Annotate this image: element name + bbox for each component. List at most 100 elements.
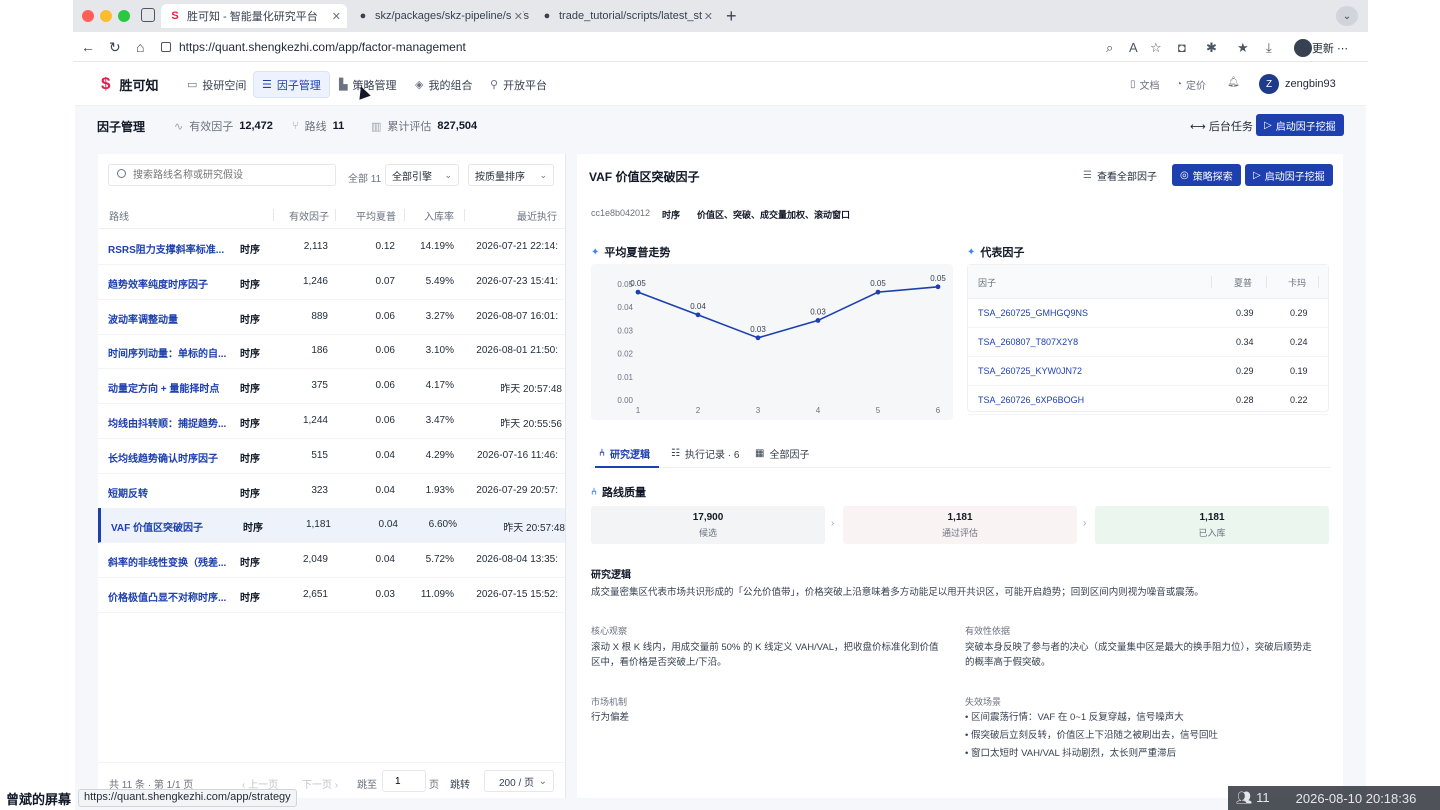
docs-link[interactable]: ▯ 文档 bbox=[1130, 77, 1160, 92]
cell-count: 186 bbox=[311, 345, 328, 357]
rep-factor-row[interactable]: TSA_260725_GMHGQ9NS 0.39 0.29 bbox=[968, 299, 1328, 328]
new-tab-button[interactable]: + bbox=[726, 6, 737, 27]
factor-id-link[interactable]: TSA_260725_GMHGQ9NS bbox=[978, 308, 1088, 318]
strategy-explore-button[interactable]: ◎ 策略探索 bbox=[1172, 164, 1241, 186]
update-button[interactable]: 更新 ⋯ bbox=[1312, 40, 1348, 56]
background-tasks-button[interactable]: ⟷ 后台任务 bbox=[1190, 118, 1253, 134]
bell-icon[interactable]: 🔔︎ bbox=[1227, 77, 1240, 88]
factor-title: VAF 价值区突破因子 bbox=[589, 170, 700, 184]
tab-all-factors[interactable]: ▦ 全部因子 bbox=[755, 446, 809, 461]
home-icon[interactable]: ⌂ bbox=[136, 39, 144, 55]
tab-research-logic[interactable]: ⑃ 研究逻辑 bbox=[599, 446, 650, 461]
table-row[interactable]: 价格极值凸显不对称时序... 时序 2,651 0.03 11.09% 2026-07-1… bbox=[98, 578, 565, 613]
cell-name: VAF 价值区突破因子 bbox=[111, 523, 204, 535]
favorite-star-icon[interactable]: ☆ bbox=[1150, 40, 1162, 56]
engine-select[interactable]: 全部引擎 ⌄ bbox=[385, 164, 459, 186]
failure-item: • 窗口太短时 VAH/VAL 抖动剧烈，太长则严重滞后 bbox=[965, 748, 1177, 759]
col-last-run[interactable]: 最近执行 bbox=[517, 208, 557, 223]
rep-factor-row[interactable]: TSA_260725_KYW0JN72 0.29 0.19 bbox=[968, 357, 1328, 386]
browser-tab-active[interactable]: S 胜可知 - 智能量化研究平台 ✕ bbox=[161, 4, 347, 28]
browser-tab[interactable]: ● trade_tutorial/scripts/latest_stra ✕ bbox=[533, 4, 719, 28]
col-inclusion-rate[interactable]: 入库率 bbox=[424, 208, 454, 223]
data-point[interactable] bbox=[635, 289, 641, 295]
zoom-icon[interactable]: ⌕ bbox=[1106, 40, 1113, 56]
maximize-window-button[interactable] bbox=[118, 10, 130, 22]
table-row[interactable]: 时间序列动量：单标的自... 时序 186 0.06 3.10% 2026-08-01 2… bbox=[98, 334, 565, 370]
close-tab-icon[interactable]: ✕ bbox=[332, 10, 341, 23]
nav-my-portfolio[interactable]: ◈ 我的组合 bbox=[407, 71, 480, 98]
data-point[interactable] bbox=[755, 335, 761, 341]
data-label: 0.05 bbox=[870, 279, 886, 288]
url-field[interactable]: https://quant.shengkezhi.com/app/factor-… bbox=[161, 36, 1161, 58]
start-mining-button-detail[interactable]: ▷ 启动因子挖掘 bbox=[1245, 164, 1333, 186]
cell-type: 时序 bbox=[240, 384, 260, 396]
tab-list-button[interactable]: ⌄ bbox=[1336, 6, 1358, 26]
data-point[interactable] bbox=[815, 318, 821, 323]
close-tab-icon[interactable]: ✕ bbox=[701, 9, 713, 23]
table-row[interactable]: 波动率调整动量 时序 889 0.06 3.27% 2026-08-07 16:01: bbox=[98, 300, 565, 335]
table-row[interactable]: 长均线趋势确认时序因子 时序 515 0.04 4.29% 2026-07-16 11:4… bbox=[98, 439, 565, 474]
table-row[interactable]: 斜率的非线性变换（残差... 时序 2,049 0.04 5.72% 2026-08-04… bbox=[98, 543, 565, 579]
active-tab-indicator bbox=[595, 466, 659, 468]
nav-factor-management[interactable]: ☰ 因子管理 bbox=[253, 71, 330, 98]
cell-rate: 1.93% bbox=[425, 484, 454, 496]
col-valid-factors[interactable]: 有效因子 bbox=[289, 208, 329, 223]
rep-factor-row[interactable]: TSA_260726_6XP6BOGH 0.28 0.22 bbox=[968, 386, 1328, 415]
table-row[interactable]: 动量定方向 + 量能择时点 时序 375 0.06 4.17% 昨天 20:57:48 bbox=[98, 369, 565, 405]
cell-type: 时序 bbox=[240, 349, 260, 361]
reload-icon[interactable]: ↻ bbox=[109, 39, 121, 56]
profile-avatar[interactable] bbox=[1294, 39, 1312, 57]
table-row[interactable]: RSRS阻力支撑斜率标准... 时序 2,113 0.12 14.19% 2026-07-… bbox=[98, 230, 565, 265]
cell-count: 375 bbox=[311, 380, 328, 392]
screenshot-icon[interactable]: ◘ bbox=[1178, 40, 1186, 55]
favorites-icon[interactable]: ★ bbox=[1237, 40, 1249, 56]
participants-icon[interactable]: 👥︎ 11 bbox=[1236, 790, 1270, 806]
page-size-select[interactable]: 200 / 页 ⌄ bbox=[484, 770, 554, 792]
back-icon[interactable]: ← bbox=[81, 39, 95, 55]
close-window-button[interactable] bbox=[82, 10, 94, 22]
next-page-button[interactable]: 下一页 › bbox=[302, 776, 338, 791]
search-input[interactable] bbox=[108, 164, 336, 186]
cell-count: 1,244 bbox=[302, 415, 328, 426]
downloads-icon[interactable]: ⤓ bbox=[1266, 40, 1272, 56]
browser-tab[interactable]: ● skz/packages/skz-pipeline/src/s ✕ bbox=[349, 4, 529, 28]
data-label: 0.05 bbox=[930, 274, 946, 283]
quality-passed: 1,181 通过评估 bbox=[843, 506, 1077, 544]
nav-research-space[interactable]: ▭ 投研空间 bbox=[179, 71, 254, 98]
tab-overview-icon[interactable] bbox=[141, 8, 155, 22]
minimize-window-button[interactable] bbox=[100, 10, 112, 22]
table-row[interactable]: 均线由抖转顺：捕捉趋势... 时序 1,244 0.06 3.47% 昨天 20:55:5… bbox=[98, 404, 565, 439]
rep-factor-row[interactable]: TSA_260807_T807X2Y8 0.34 0.24 bbox=[968, 328, 1328, 357]
failure-item-text: 假突破后立刻反转，价值区上下沿随之被刷出去，信号回吐 bbox=[970, 730, 1218, 741]
start-mining-button[interactable]: ▷ 启动因子挖掘 bbox=[1256, 114, 1344, 136]
chevron-down-icon: ⌄ bbox=[539, 169, 547, 180]
data-label: 0.03 bbox=[810, 307, 826, 316]
sort-select[interactable]: 按质量排序 ⌄ bbox=[468, 164, 554, 186]
read-aloud-icon[interactable]: A bbox=[1129, 40, 1138, 55]
data-point[interactable] bbox=[695, 312, 701, 318]
extensions-icon[interactable]: ✱ bbox=[1206, 40, 1217, 56]
jump-label: 跳至 bbox=[357, 780, 377, 791]
view-all-factors-button[interactable]: ☰ 查看全部因子 bbox=[1077, 164, 1163, 186]
table-row[interactable]: 趋势效率纯度时序因子 时序 1,246 0.07 5.49% 2026-07-23 15:… bbox=[98, 265, 565, 300]
table-row[interactable]: 短期反转 时序 323 0.04 1.93% 2026-07-29 20:57: bbox=[98, 474, 565, 509]
y-tick-label: 0.04 bbox=[617, 303, 633, 312]
logo[interactable]: $ 胜可知 bbox=[101, 74, 158, 94]
factor-id-link[interactable]: TSA_260726_6XP6BOGH bbox=[978, 395, 1084, 405]
avatar[interactable]: Z bbox=[1259, 74, 1279, 94]
tab-execution-records[interactable]: ☷ 执行记录 · 6 bbox=[671, 446, 739, 461]
data-point[interactable] bbox=[935, 284, 941, 290]
factor-id-link[interactable]: TSA_260807_T807X2Y8 bbox=[978, 337, 1078, 347]
table-row[interactable]: VAF 价值区突破因子 时序 1,181 0.04 6.60% 昨天 20:57:48 bbox=[98, 508, 565, 544]
factor-id-link[interactable]: TSA_260725_KYW0JN72 bbox=[978, 366, 1082, 376]
x-tick-label: 2 bbox=[696, 406, 701, 415]
cell-type: 时序 bbox=[240, 593, 260, 604]
pricing-link[interactable]: ◔ 定价 bbox=[1176, 77, 1206, 92]
username[interactable]: zengbin93 bbox=[1285, 78, 1336, 90]
jump-button[interactable]: 跳转 bbox=[450, 776, 470, 791]
page-number-input[interactable] bbox=[382, 770, 426, 792]
data-point[interactable] bbox=[875, 289, 881, 295]
col-avg-sharpe[interactable]: 平均夏普 bbox=[356, 208, 396, 223]
nav-open-platform[interactable]: ⚲ 开放平台 bbox=[482, 71, 555, 98]
close-tab-icon[interactable]: ✕ bbox=[511, 9, 523, 23]
